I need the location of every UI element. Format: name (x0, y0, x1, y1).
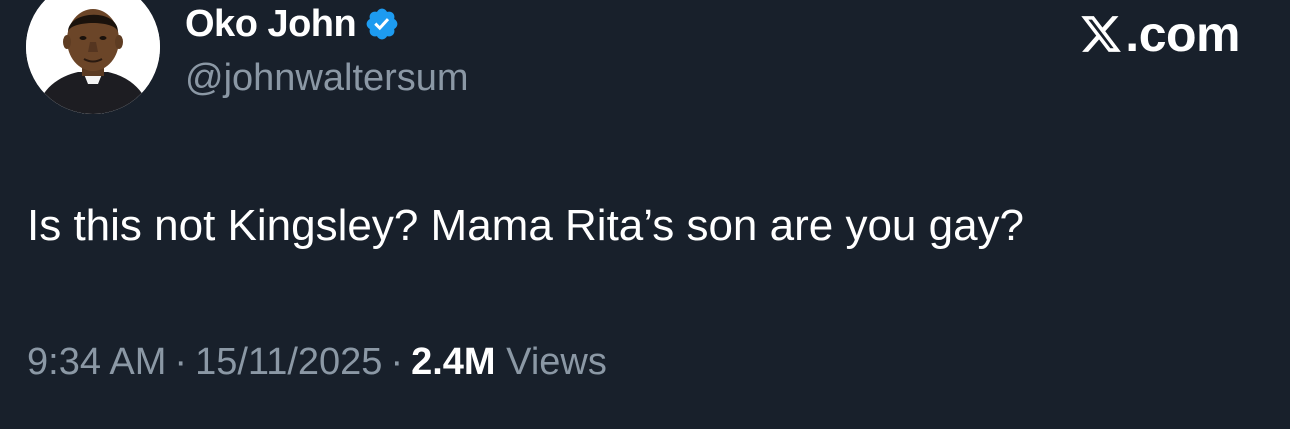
author-handle[interactable]: @johnwaltersum (185, 56, 469, 100)
profile-photo-icon (26, 0, 160, 114)
views-label: Views (506, 341, 607, 383)
x-logo-icon (1079, 12, 1123, 56)
tweet-meta: 9:34 AM · 15/11/2025 · 2.4M Views (27, 336, 607, 388)
brand-domain: .com (1125, 6, 1240, 62)
tweet-text: Is this not Kingsley? Mama Rita’s son ar… (27, 201, 1025, 250)
tweet-date[interactable]: 15/11/2025 (195, 341, 382, 383)
meta-separator: · (174, 341, 188, 383)
author-name-row: Oko John (185, 2, 400, 46)
views-count[interactable]: 2.4M (411, 341, 495, 383)
brand-watermark: .com (1079, 4, 1240, 64)
author-display-name[interactable]: Oko John (185, 2, 357, 46)
author-avatar[interactable] (26, 0, 160, 114)
meta-separator: · (390, 341, 404, 383)
verified-badge-icon (364, 6, 400, 42)
tweet-card: Oko John @johnwaltersum .com Is this not… (0, 0, 1290, 429)
tweet-time[interactable]: 9:34 AM (27, 341, 166, 383)
